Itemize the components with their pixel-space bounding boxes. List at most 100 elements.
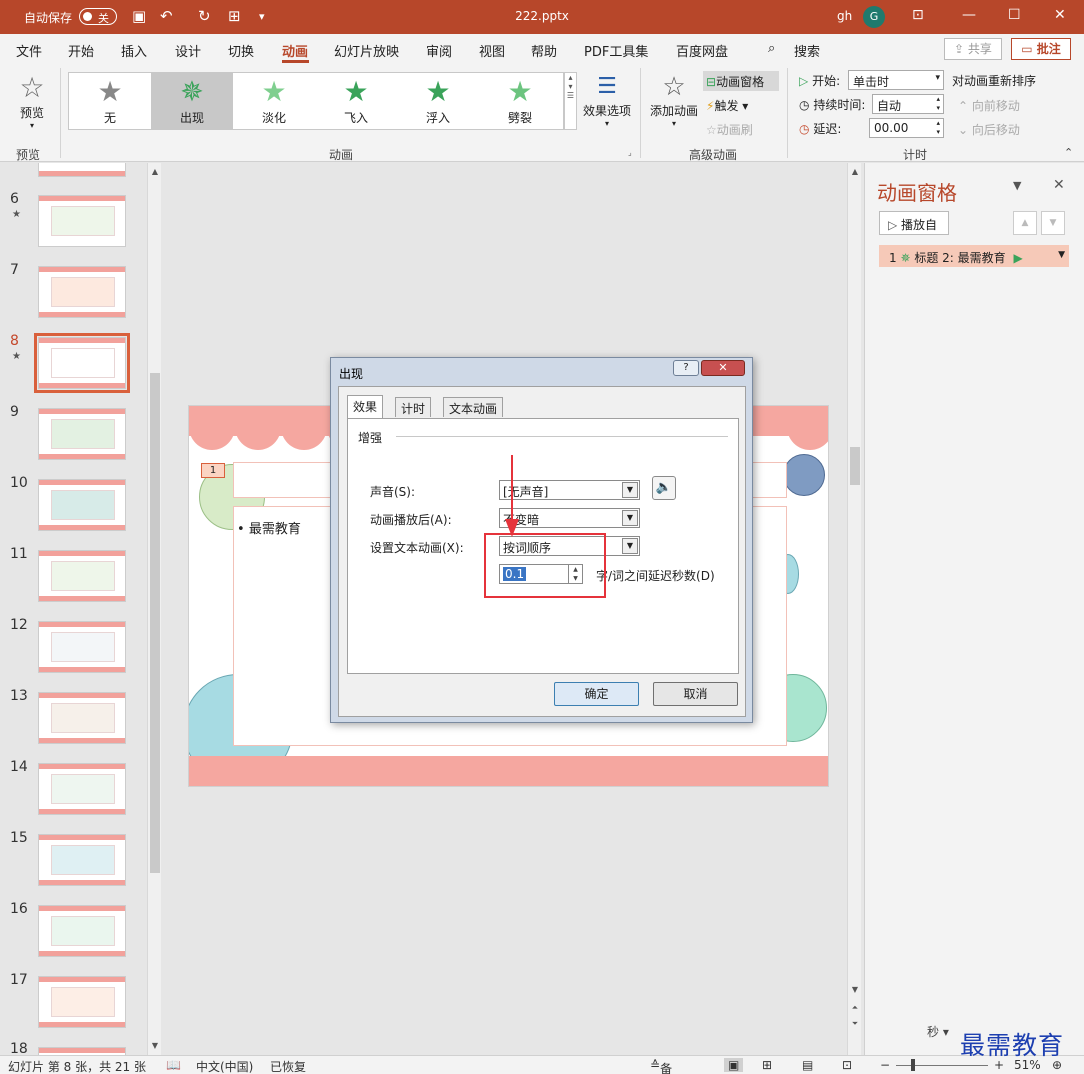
slide-number: 7 <box>10 262 19 278</box>
scroll-down-icon[interactable]: ▼ <box>148 1039 162 1053</box>
preview-button[interactable]: ☆ 预览 ▾ <box>12 72 52 136</box>
tab-effect[interactable]: 效果 <box>347 395 384 419</box>
notes-button[interactable]: ≙ 备注 <box>650 1058 672 1074</box>
slide-thumbnail[interactable] <box>38 976 126 1028</box>
tab-help[interactable]: 帮助 <box>531 41 557 60</box>
pane-options-chevron-icon[interactable]: ▼ <box>1013 179 1021 192</box>
maximize-icon[interactable]: ☐ <box>1008 7 1021 23</box>
dialog-close-icon[interactable]: ✕ <box>701 360 745 376</box>
move-down-icon[interactable]: ▼ <box>1041 211 1065 235</box>
zoom-slider-thumb[interactable] <box>911 1059 915 1071</box>
slideshow-view-icon[interactable]: ⊡ <box>842 1058 852 1072</box>
tab-timing[interactable]: 计时 <box>395 397 432 417</box>
search-box[interactable]: 搜索 <box>794 41 820 60</box>
slide-thumbnail[interactable] <box>38 905 126 957</box>
none-star-icon: ★ <box>97 75 123 108</box>
seconds-label[interactable]: 秒 ▾ <box>927 1023 949 1040</box>
bullet-text[interactable]: • 最需教育 <box>237 518 301 537</box>
slide-thumbnail[interactable] <box>38 834 126 886</box>
slide-thumbnail[interactable] <box>38 408 126 460</box>
tab-home[interactable]: 开始 <box>68 41 94 60</box>
scroll-up-icon[interactable]: ▲ <box>848 165 862 179</box>
next-slide-icon[interactable]: ⏷ <box>848 1017 862 1031</box>
tab-transitions[interactable]: 切换 <box>228 41 254 60</box>
cancel-button[interactable]: 取消 <box>653 682 738 706</box>
item-dropdown-icon[interactable]: ▼ <box>1058 250 1065 260</box>
help-button[interactable]: ? <box>673 360 699 376</box>
effect-options-chevron-icon: ▾ <box>604 119 609 128</box>
tab-text-animation[interactable]: 文本动画 <box>443 397 504 417</box>
slide-thumbnail[interactable] <box>38 266 126 318</box>
animation-list-item[interactable]: 1 ✵ 标题 2: 最需教育 ▶ ▼ <box>879 245 1069 267</box>
gallery-item-float-in[interactable]: ★ 浮入 <box>397 73 479 129</box>
scroll-down-icon[interactable]: ▼ <box>848 983 862 997</box>
share-button[interactable]: ⇪ 共享 <box>944 38 1002 60</box>
play-from-button[interactable]: ▷ 播放自 <box>879 211 949 235</box>
tab-file[interactable]: 文件 <box>16 41 42 60</box>
tab-view[interactable]: 视图 <box>479 41 505 60</box>
ok-button[interactable]: 确定 <box>554 682 639 706</box>
pane-close-icon[interactable]: ✕ <box>1053 177 1065 193</box>
slide-sorter-icon[interactable]: ⊞ <box>762 1058 772 1072</box>
dialog-launcher-icon[interactable]: ⌟ <box>628 148 632 157</box>
prev-slide-icon[interactable]: ⏶ <box>848 1001 862 1015</box>
tab-baidu-netdisk[interactable]: 百度网盘 <box>676 41 728 60</box>
gallery-item-split[interactable]: ★ 劈裂 <box>479 73 561 129</box>
scrollbar-thumb[interactable] <box>850 447 860 485</box>
comment-button[interactable]: ▭ 批注 <box>1011 38 1071 60</box>
collapse-ribbon-icon[interactable]: ⌃ <box>1064 146 1073 159</box>
gallery-scroll[interactable]: ▴ ▾ ☰ <box>564 72 577 130</box>
editor-scrollbar[interactable]: ▲ ▼ ⏶ ⏷ <box>847 163 861 1055</box>
minimize-icon[interactable]: — <box>962 7 976 23</box>
tab-pdf-tools[interactable]: PDF工具集 <box>584 41 648 60</box>
ribbon-display-icon[interactable]: ⊡ <box>912 7 924 23</box>
language-indicator[interactable]: 中文(中国) <box>196 1058 253 1074</box>
slide-thumbnail[interactable] <box>38 763 126 815</box>
trigger-button[interactable]: ⚡触发 ▾ <box>706 97 748 114</box>
speaker-icon[interactable]: 🔈 <box>652 476 676 500</box>
comment-label: 批注 <box>1036 42 1061 56</box>
animation-painter-button[interactable]: ☆动画刷 <box>706 121 753 138</box>
search-icon[interactable]: ⌕ <box>768 41 775 56</box>
thumbnail-scrollbar[interactable]: ▲ ▼ <box>147 163 161 1055</box>
scrollbar-thumb[interactable] <box>150 373 160 873</box>
close-icon[interactable]: ✕ <box>1054 7 1066 23</box>
zoom-slider[interactable] <box>896 1065 988 1066</box>
gallery-item-appear[interactable]: ✵ 出现 <box>151 73 233 129</box>
tab-design[interactable]: 设计 <box>175 41 201 60</box>
spellcheck-icon[interactable]: 📖 <box>166 1058 181 1072</box>
slide-thumbnail[interactable] <box>38 479 126 531</box>
duration-input[interactable]: 自动 ▴ ▾ <box>872 94 944 114</box>
animation-pane-button[interactable]: ⊟动画窗格 <box>703 71 779 91</box>
move-up-icon[interactable]: ▲ <box>1013 211 1037 235</box>
slide-thumbnail[interactable] <box>38 621 126 673</box>
tab-review[interactable]: 审阅 <box>426 41 452 60</box>
gallery-item-fly-in[interactable]: ★ 飞入 <box>315 73 397 129</box>
slide-thumbnail-active[interactable] <box>34 333 130 393</box>
preview-label: 预览 <box>19 106 44 120</box>
animation-group-label: 动画 <box>329 148 354 162</box>
gallery-item-none[interactable]: ★ 无 <box>69 73 151 129</box>
slide-thumbnail[interactable] <box>38 163 126 177</box>
start-select[interactable]: 单击时 ▾ <box>848 70 944 90</box>
zoom-out-icon[interactable]: − <box>880 1058 890 1072</box>
move-earlier-button[interactable]: ⌃ 向前移动 <box>958 97 1020 114</box>
add-animation-button[interactable]: ☆ 添加动画 ▾ <box>648 72 700 136</box>
effect-options-button[interactable]: ☰ 效果选项 ▾ <box>581 72 633 136</box>
gallery-item-fade[interactable]: ★ 淡化 <box>233 73 315 129</box>
band <box>39 454 125 459</box>
avatar[interactable]: G <box>863 6 885 28</box>
tab-animations[interactable]: 动画 <box>282 41 308 60</box>
tab-slideshow[interactable]: 幻灯片放映 <box>334 41 399 60</box>
reading-view-icon[interactable]: ▤ <box>802 1058 813 1072</box>
slide-thumbnail[interactable] <box>38 692 126 744</box>
slide-thumbnail[interactable] <box>38 195 126 247</box>
slide-thumbnail[interactable] <box>38 1047 126 1055</box>
scroll-up-icon[interactable]: ▲ <box>148 165 162 179</box>
move-later-button[interactable]: ⌄ 向后移动 <box>958 121 1020 138</box>
animation-order-tag[interactable]: 1 <box>201 463 225 478</box>
tab-insert[interactable]: 插入 <box>121 41 147 60</box>
normal-view-icon[interactable]: ▣ <box>724 1058 744 1072</box>
slide-thumbnail[interactable] <box>38 550 126 602</box>
delay-input[interactable]: 00.00 ▴ ▾ <box>869 118 944 138</box>
